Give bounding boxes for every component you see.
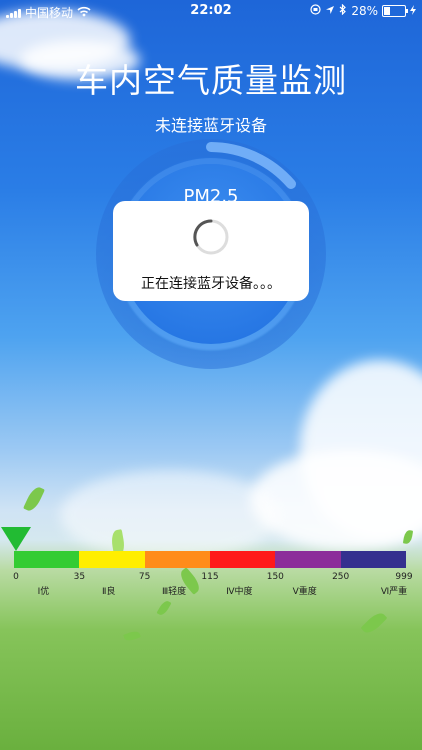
page-title: 车内空气质量监测 bbox=[75, 61, 347, 100]
scale-segment bbox=[340, 551, 406, 568]
scale-level-label: Ⅳ中度 bbox=[226, 587, 253, 597]
rotation-lock-icon bbox=[310, 4, 321, 18]
scale-level-label: Ⅲ轻度 bbox=[161, 587, 187, 597]
scale-tick-label: 999 bbox=[395, 572, 413, 582]
charging-icon bbox=[410, 4, 416, 18]
connecting-dialog: 正在连接蓝牙设备。。。 bbox=[113, 201, 309, 301]
scale-segment bbox=[79, 551, 145, 568]
scale-level-label: Ⅰ优 bbox=[37, 587, 50, 597]
scale-level-label: Ⅱ良 bbox=[102, 587, 116, 597]
scale-tick-label: 250 bbox=[332, 572, 350, 582]
location-icon bbox=[325, 4, 335, 18]
scale-tick-label: 115 bbox=[201, 572, 219, 582]
dialog-message: 正在连接蓝牙设备。。。 bbox=[141, 276, 281, 292]
scale-level-label: Ⅵ严重 bbox=[380, 587, 408, 597]
scale-tick-label: 35 bbox=[73, 572, 86, 582]
scale-tick-label: 0 bbox=[13, 572, 19, 582]
scale-tick-label: 150 bbox=[266, 572, 284, 582]
battery-percent: 28% bbox=[351, 4, 378, 18]
scale-segment bbox=[14, 551, 80, 568]
battery-icon bbox=[382, 5, 408, 17]
scale-level-label: Ⅴ重度 bbox=[292, 587, 317, 597]
scale-tick-label: 75 bbox=[138, 572, 151, 582]
loading-spinner-icon bbox=[193, 219, 229, 255]
scale-segment bbox=[209, 551, 276, 568]
scale-segment bbox=[144, 551, 210, 568]
connection-status: 未连接蓝牙设备 bbox=[154, 116, 267, 135]
scale-segment bbox=[275, 551, 341, 568]
bluetooth-icon bbox=[339, 3, 347, 18]
status-bar: 中国移动 22:02 28% bbox=[0, 0, 422, 22]
aqi-scale-bar bbox=[14, 551, 406, 568]
current-level-marker-icon bbox=[1, 527, 31, 551]
